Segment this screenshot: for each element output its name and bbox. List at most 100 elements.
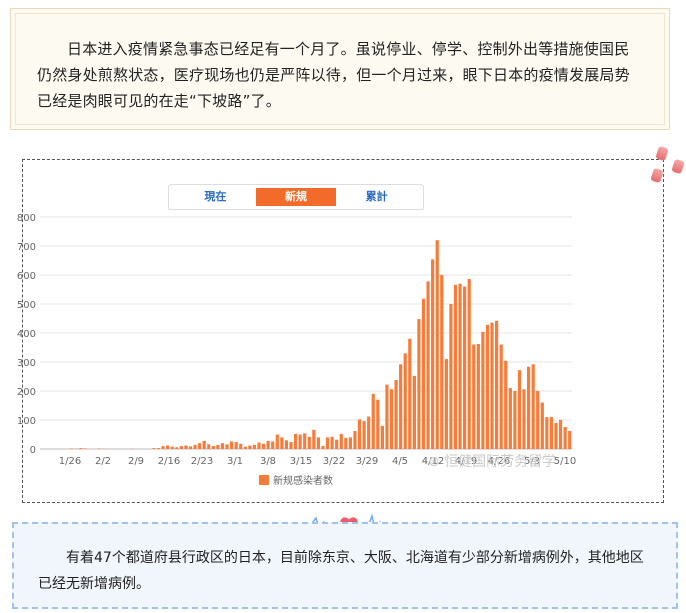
bar (426, 281, 430, 449)
watermark-text: 恒健国际劳务留学 (444, 454, 557, 470)
bar (526, 366, 531, 449)
bar (467, 279, 471, 449)
bar (558, 420, 563, 449)
bar (504, 360, 508, 449)
bar (449, 304, 453, 449)
bar (463, 286, 467, 449)
bar (211, 446, 215, 449)
x-tick-label: 2/9 (128, 456, 144, 467)
y-tick-label: 700 (17, 242, 36, 253)
bar (216, 444, 220, 449)
bar (70, 448, 74, 449)
bar (179, 446, 183, 449)
bar (453, 284, 458, 449)
bar (202, 440, 206, 449)
bar (353, 431, 357, 449)
y-tick-label: 0 (30, 445, 36, 456)
closing-text: 有着47个都道府县行政区的日本，目前除东京、大阪、北海道有少部分新增病例外，其他… (38, 550, 644, 592)
bar (485, 324, 490, 449)
y-tick-label: 600 (17, 271, 36, 282)
bar (193, 444, 197, 449)
bar (335, 439, 339, 449)
bar (280, 437, 284, 449)
bar (243, 446, 247, 449)
bar (536, 391, 540, 449)
bar (399, 364, 403, 449)
bar (257, 442, 261, 449)
bar (408, 338, 412, 449)
bar (531, 364, 535, 449)
bar (298, 434, 302, 449)
bar (252, 444, 257, 449)
bar (97, 448, 101, 449)
x-tick-label: 5/10 (554, 456, 576, 467)
x-tick-label: 2/23 (191, 456, 213, 467)
bar (83, 448, 88, 449)
bar (444, 359, 448, 449)
x-tick-label: 2/2 (95, 456, 111, 467)
bar (545, 417, 549, 449)
watermark: ⊛ 恒健国际劳务留学 (428, 451, 556, 471)
bar (412, 375, 416, 449)
bar (385, 384, 389, 449)
bar (371, 393, 375, 449)
bar (225, 444, 229, 449)
bar (490, 322, 494, 449)
x-tick-label: 3/8 (260, 456, 276, 467)
wechat-icon: ⊛ (428, 454, 440, 470)
bar (513, 391, 517, 449)
x-tick-label: 3/1 (227, 456, 243, 467)
bar (344, 437, 348, 449)
bar (156, 448, 161, 449)
bar (517, 370, 522, 449)
bar (476, 344, 480, 449)
bar (312, 429, 316, 449)
bar (188, 446, 193, 449)
bar (362, 421, 366, 449)
bar (417, 319, 421, 449)
bar (166, 445, 170, 449)
bar (303, 433, 307, 449)
bar (435, 240, 439, 449)
y-tick-label: 400 (17, 329, 36, 340)
x-tick-label: 4/5 (392, 456, 408, 467)
bar (421, 298, 426, 449)
bar (348, 437, 353, 449)
bar (161, 446, 165, 449)
bar (495, 320, 499, 449)
bar (220, 443, 225, 449)
bar (321, 446, 325, 449)
bar (540, 402, 544, 449)
bar (403, 353, 407, 449)
bar (207, 444, 211, 449)
bar (380, 425, 384, 449)
bar (234, 442, 238, 449)
bar (394, 379, 398, 449)
x-tick-label: 3/22 (323, 456, 345, 467)
bar (458, 283, 462, 449)
bar (389, 389, 394, 449)
bar (293, 433, 298, 449)
bar (325, 437, 330, 449)
y-tick-label: 300 (17, 358, 36, 369)
bar (266, 440, 270, 449)
bar (472, 344, 476, 449)
x-tick-label: 3/29 (356, 456, 378, 467)
bar (248, 445, 252, 449)
bar (284, 440, 289, 449)
x-tick-label: 3/15 (290, 456, 312, 467)
bar (230, 441, 234, 449)
bar (175, 447, 179, 449)
bar (79, 448, 83, 449)
bar (261, 443, 266, 449)
bar (170, 446, 174, 449)
bar (563, 426, 567, 449)
legend-swatch (259, 475, 269, 485)
bar (481, 331, 485, 449)
bar (568, 431, 572, 449)
x-tick-label: 2/16 (158, 456, 180, 467)
bar (357, 419, 362, 449)
bar (522, 389, 526, 449)
bar (316, 437, 321, 449)
bar (440, 275, 444, 449)
